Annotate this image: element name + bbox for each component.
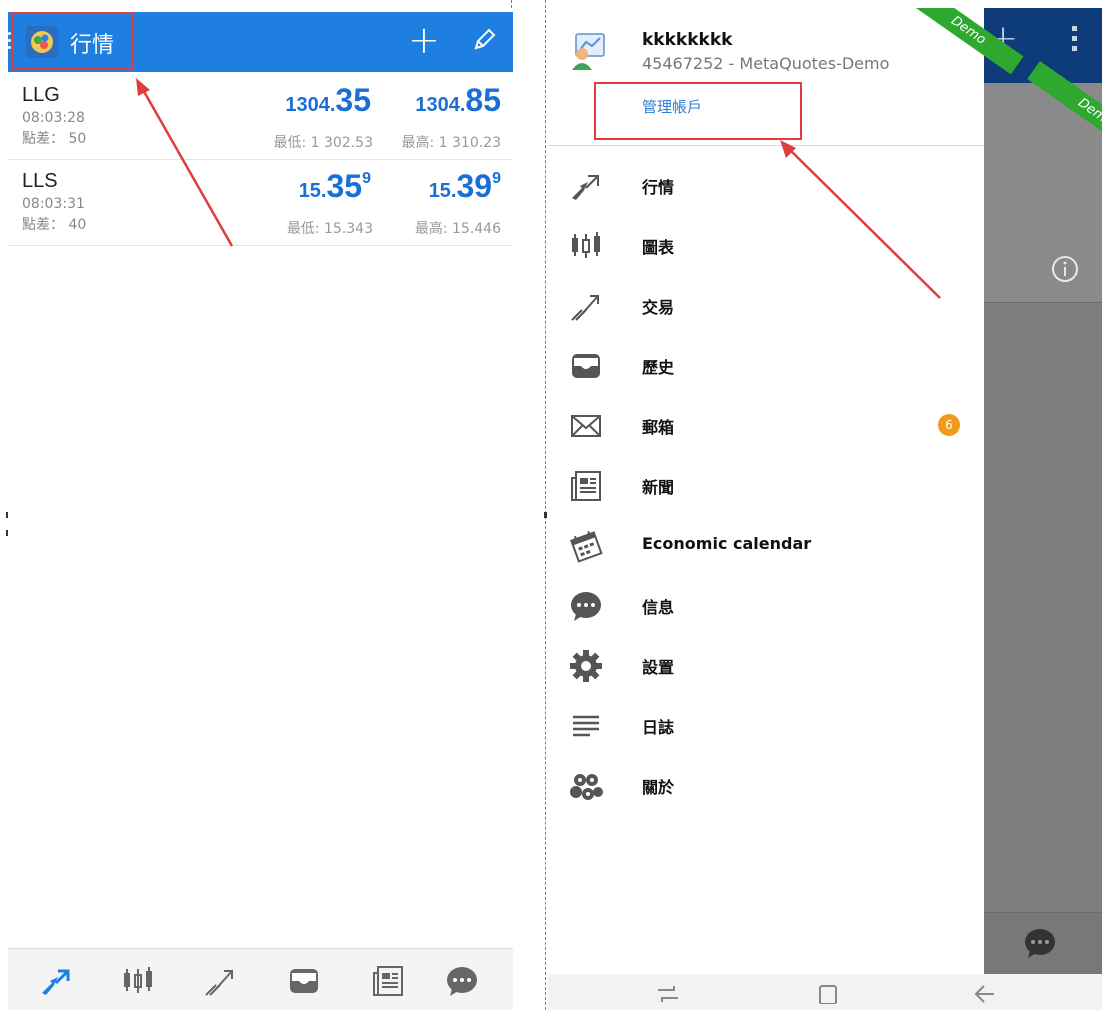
menu-item-label: 郵箱 — [642, 418, 675, 437]
menu-item-label: 設置 — [642, 658, 675, 677]
dimmed-bottom-bar — [984, 912, 1102, 974]
drawer-screen: + Demo kkkkkkkk 45467252 - MetaQuotes-De… — [548, 8, 1102, 1010]
menu-item-journal[interactable]: 日誌 — [548, 696, 984, 756]
history-tab-icon[interactable] — [286, 963, 322, 999]
menu-item-label: 新聞 — [642, 478, 675, 497]
chat-icon — [566, 586, 606, 626]
mail-icon — [566, 406, 606, 446]
quotes-tab-icon[interactable] — [38, 963, 74, 999]
back-icon[interactable] — [972, 984, 996, 1004]
recent-apps-icon[interactable] — [656, 984, 680, 1004]
menu-item-economic-calendar[interactable]: Economic calendar — [548, 516, 984, 576]
menu-item-messages[interactable]: 信息 — [548, 576, 984, 636]
menu-item-label: 關於 — [642, 778, 675, 797]
edge-mark — [6, 530, 8, 536]
system-navigation-bar — [548, 974, 1102, 1010]
menu-item-label: Economic calendar — [642, 534, 812, 553]
about-icon — [566, 766, 606, 806]
quotes-screen: 行情 + LLG 08:03:28 點差： 50 1304.35 1304.85… — [8, 8, 513, 1010]
menu-item-label: 歷史 — [642, 358, 675, 377]
menu-item-mailbox[interactable]: 郵箱 6 — [548, 396, 984, 456]
news-tab-icon[interactable] — [370, 963, 406, 999]
trade-tab-icon[interactable] — [202, 963, 238, 999]
news-icon — [566, 466, 606, 506]
bottom-nav — [8, 948, 513, 1010]
menu-item-news[interactable]: 新聞 — [548, 456, 984, 516]
menu-item-history[interactable]: 歷史 — [548, 336, 984, 396]
annotation-arrow — [136, 78, 234, 247]
chat-tab-icon[interactable] — [444, 963, 480, 999]
edge-mark — [6, 512, 8, 518]
menu-item-about[interactable]: 關於 — [548, 756, 984, 816]
journal-icon — [566, 706, 606, 746]
menu-item-settings[interactable]: 設置 — [548, 636, 984, 696]
chat-icon — [1025, 929, 1055, 958]
divider-right — [545, 0, 546, 1010]
history-icon — [566, 346, 606, 386]
gear-icon — [566, 646, 606, 686]
home-icon[interactable] — [816, 984, 840, 1004]
menu-item-label: 日誌 — [642, 718, 675, 737]
chart-tab-icon[interactable] — [120, 963, 156, 999]
mail-count-badge: 6 — [938, 414, 960, 436]
menu-item-label: 信息 — [642, 598, 675, 617]
calendar-icon — [566, 526, 606, 566]
edge-mark — [544, 512, 547, 518]
annotation-arrow — [780, 140, 941, 299]
